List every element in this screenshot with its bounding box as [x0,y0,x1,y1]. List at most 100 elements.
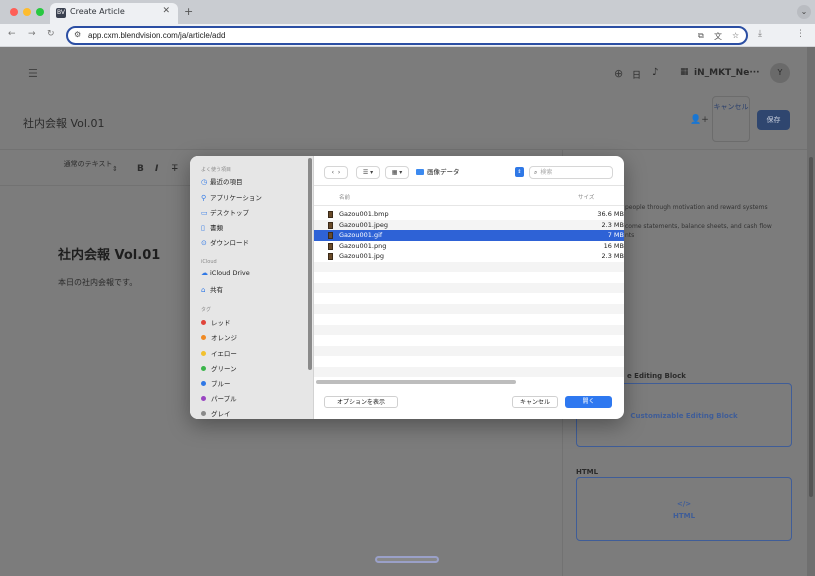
sidebar-item-downloads[interactable]: ⊙ ダウンロード [201,237,249,247]
sidebar-item-label: アプリケーション [210,194,262,202]
show-options-button[interactable]: オプションを表示 [324,396,398,408]
browser-menu-icon[interactable]: ⋮ [796,29,805,39]
column-header-name[interactable]: 名前 [339,193,350,201]
sidebar-tag-blue[interactable]: ブルー [201,378,231,388]
sidebar-item-recents[interactable]: ◷ 最近の項目 [201,176,243,186]
empty-row [314,282,624,293]
html-block-card[interactable]: </> HTML [576,477,792,541]
tag-dot-icon [201,396,206,401]
tag-label: グリーン [211,365,237,373]
file-size: 2.3 MB [601,220,624,229]
block-description: nts [625,232,635,239]
scroll-thumb[interactable] [809,157,813,497]
new-tab-button[interactable]: + [184,5,193,18]
translate-icon[interactable]: 文 [714,31,722,42]
tag-dot-icon [201,381,206,386]
italic-button[interactable]: I [155,164,158,174]
tag-label: ブルー [211,380,231,388]
cancel-button[interactable]: キャンセル [712,96,750,142]
browser-tab-bar: BV Create Article ✕ + ⌄ [0,0,815,24]
shared-folder-icon: ⌂ [201,286,206,294]
sidebar-item-shared[interactable]: ⌂ 共有 [201,284,223,294]
document-body[interactable]: 本日の社内会報です。 [58,277,137,288]
reload-icon[interactable]: ↻ [47,29,55,39]
back-icon[interactable]: ← [8,29,16,39]
tab-menu-icon[interactable]: ⌄ [797,5,811,19]
tag-dot-icon [201,335,206,340]
sidebar-tag-green[interactable]: グリーン [201,363,237,373]
sidebar-item-label: iCloud Drive [210,269,250,277]
sidebar-scrollbar[interactable] [308,158,312,370]
section-title: HTML [576,468,599,476]
divider [314,205,624,206]
sidebar-item-label: ダウンロード [210,239,249,247]
open-button[interactable]: 開く [565,396,612,408]
folder-select[interactable]: 画像データ [416,166,460,176]
sidebar-tag-orange[interactable]: オレンジ [201,332,237,342]
save-button[interactable]: 保存 [757,110,790,130]
language-label[interactable]: 日 [632,68,641,81]
list-view-button[interactable]: ☰ ▾ [356,166,380,179]
sidebar-item-label: 最近の項目 [210,178,243,186]
minimize-window-icon[interactable] [23,8,31,16]
image-file-icon [328,232,333,239]
forward-icon[interactable]: › [338,169,340,176]
horizontal-scrollbar[interactable] [316,380,516,384]
sidebar-item-desktop[interactable]: ▭ デスクトップ [201,207,249,217]
back-icon[interactable]: ‹ [332,169,334,176]
url-text: app.cxm.blendvision.com/ja/article/add [88,31,226,40]
browser-tab[interactable]: BV Create Article ✕ [50,3,178,24]
add-user-icon[interactable]: 👤+ [690,115,709,125]
sidebar-tag-gray[interactable]: グレイ [201,408,231,418]
file-row[interactable]: Gazou001.jpeg 2.3 MB [314,219,624,230]
sidebar-item-documents[interactable]: ▯ 書類 [201,222,223,232]
sidebar-header-favorites: よく使う項目 [201,167,232,173]
chevron-updown-icon[interactable]: ⇕ [112,165,118,173]
cast-icon[interactable]: ⧉ [698,31,704,41]
folder-icon [416,169,424,175]
workspace-name[interactable]: iN_MKT_Ne··· [694,68,760,78]
file-row-selected[interactable]: Gazou001.gif 7 MB [314,230,624,241]
chevron-updown-icon[interactable]: ⇕ [515,167,524,177]
menu-icon[interactable]: ☰ [28,67,38,80]
back-forward-group[interactable]: ‹ › [324,166,348,179]
dialog-cancel-button[interactable]: キャンセル [512,396,558,408]
address-bar[interactable]: ⚙ app.cxm.blendvision.com/ja/article/add… [66,26,748,45]
globe-icon[interactable]: ⊕ [614,67,623,80]
document-heading[interactable]: 社内会報 Vol.01 [58,244,160,263]
strikethrough-button[interactable]: T [172,164,178,174]
file-row[interactable]: Gazou001.jpg 2.3 MB [314,251,624,262]
tag-label: レッド [211,319,231,327]
close-window-icon[interactable] [10,8,18,16]
favicon-icon: BV [56,8,66,18]
image-file-icon [328,221,333,229]
file-size: 16 MB [603,241,624,250]
bell-icon[interactable]: ♪ [652,67,658,78]
dialog-file-browser: ‹ › ☰ ▾ ▦ ▾ 画像データ ⇕ ⌕ 検索 名前 サイズ Gazou001.… [314,156,624,419]
file-name: Gazou001.gif [339,231,383,239]
grid-view-button[interactable]: ▦ ▾ [385,166,409,179]
resize-handle[interactable] [375,556,439,563]
page-scrollbar[interactable] [807,47,815,576]
forward-icon[interactable]: → [28,29,36,39]
site-settings-icon[interactable]: ⚙ [74,30,81,39]
download-icon[interactable]: ⤓ [758,29,762,39]
sidebar-item-applications[interactable]: ⚲ アプリケーション [201,192,262,202]
file-row[interactable]: Gazou001.bmp 36.6 MB [314,209,624,220]
column-header-size[interactable]: サイズ [578,193,594,201]
sidebar-item-label: デスクトップ [210,209,249,217]
sidebar-tag-purple[interactable]: パープル [201,393,237,403]
text-style-select[interactable]: 通常のテキスト [62,160,114,169]
avatar[interactable]: Y [770,63,790,83]
sidebar-tag-red[interactable]: レッド [201,317,231,327]
sidebar-item-icloud-drive[interactable]: ☁ iCloud Drive [201,269,250,277]
bold-button[interactable]: B [137,164,144,174]
file-row[interactable]: Gazou001.png 16 MB [314,241,624,252]
tag-dot-icon [201,320,206,325]
sidebar-tag-yellow[interactable]: イエロー [201,348,237,358]
tab-close-icon[interactable]: ✕ [162,6,170,16]
bookmark-star-icon[interactable]: ☆ [732,31,739,40]
maximize-window-icon[interactable] [36,8,44,16]
browser-nav-bar: ← → ↻ ⚙ app.cxm.blendvision.com/ja/artic… [0,24,815,47]
search-input[interactable]: ⌕ 検索 [529,166,613,179]
